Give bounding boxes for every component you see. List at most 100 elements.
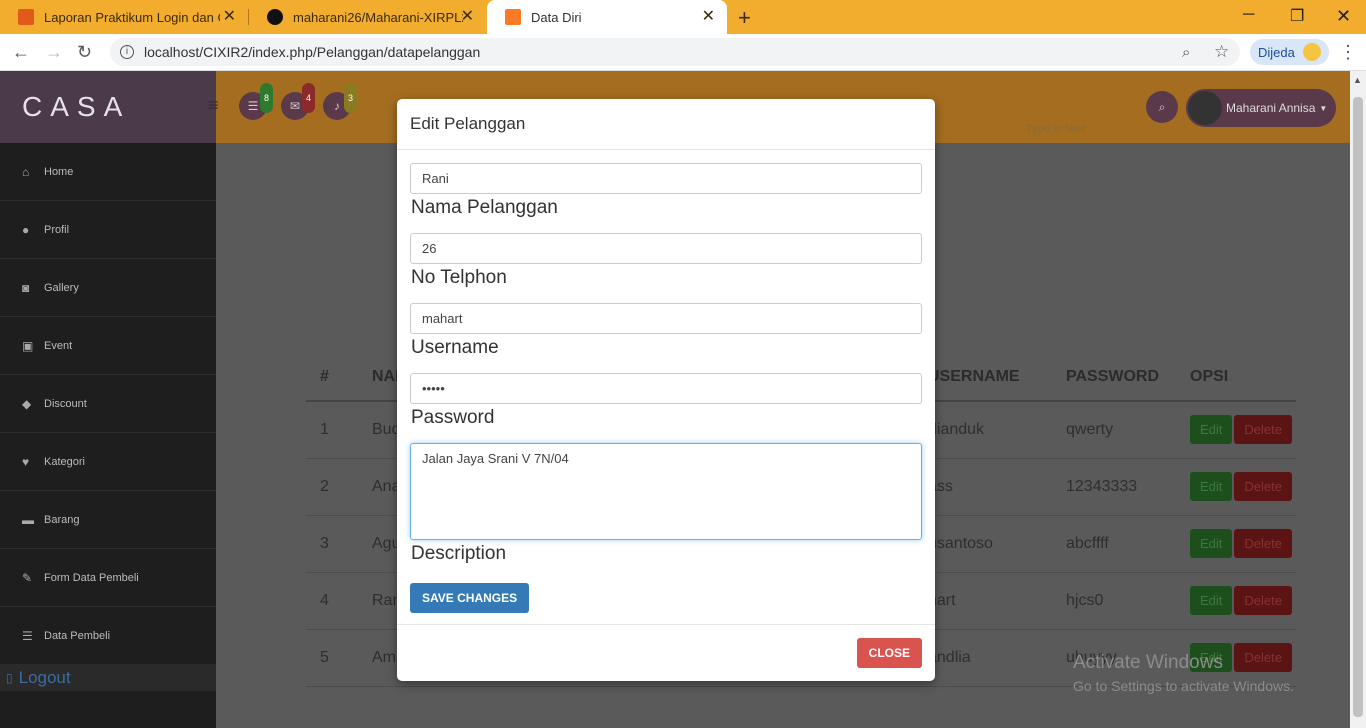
edit-button[interactable]: Edit	[1190, 415, 1233, 445]
profile-label: Dijeda	[1258, 44, 1295, 60]
bell-icon[interactable]: ♪ 3	[323, 83, 357, 120]
nama-pelanggan-input[interactable]: Rani	[410, 163, 922, 194]
sidebar-item-form-data-pembeli[interactable]: ✎ Form Data Pembeli	[0, 549, 216, 607]
no-telphon-label: No Telphon	[411, 267, 507, 288]
modal-body: Rani Nama Pelanggan 26 No Telphon mahart…	[397, 150, 935, 613]
info-icon[interactable]: i	[120, 45, 134, 59]
sidebar-item-profil[interactable]: ● Profil	[0, 201, 216, 259]
close-tab-icon[interactable]: ✕	[223, 9, 236, 25]
close-button[interactable]: CLOSE	[856, 638, 922, 668]
cart-icon: ▬	[22, 512, 34, 527]
browser-tab-bar: Laporan Praktikum Login dan CRUD ✕ mahar…	[0, 0, 1366, 34]
user-menu[interactable]: Maharani Annisa ▼	[1186, 89, 1336, 127]
edit-button[interactable]: Edit	[1190, 586, 1233, 615]
tab-title: Laporan Praktikum Login dan CRUD	[44, 9, 220, 25]
sidebar-item-label: Form Data Pembeli	[44, 571, 139, 584]
filter-input[interactable]: Type to filter	[1026, 123, 1086, 135]
description-textarea[interactable]: Jalan Jaya Srani V 7N/04	[410, 443, 922, 540]
col-header-username: USERNAME	[928, 353, 1052, 402]
messages-badge: 4	[301, 83, 315, 113]
close-tab-icon[interactable]: ✕	[461, 9, 474, 25]
profile-button[interactable]: Dijeda	[1250, 39, 1329, 65]
forward-icon[interactable]: →	[45, 42, 63, 63]
scroll-up-icon[interactable]: ▲	[1353, 75, 1362, 85]
doc-icon	[18, 9, 34, 25]
search-icon[interactable]: ⌕	[1146, 91, 1178, 123]
cell-opsi: Edit Delete	[1176, 572, 1296, 630]
col-header-no: #	[306, 353, 358, 402]
sidebar-item-event[interactable]: ▣ Event	[0, 317, 216, 375]
delete-button[interactable]: Delete	[1234, 472, 1292, 501]
delete-button[interactable]: Delete	[1234, 586, 1292, 615]
tasks-icon[interactable]: ☰ 8	[239, 83, 273, 120]
sidebar-item-discount[interactable]: ◆ Discount	[0, 375, 216, 433]
cell-opsi: Edit Delete	[1176, 515, 1296, 573]
sidebar-item-kategori[interactable]: ♥ Kategori	[0, 433, 216, 491]
sidebar-item-barang[interactable]: ▬ Barang	[0, 491, 216, 549]
pencil-icon: ✎	[22, 570, 33, 585]
menu-dots-icon[interactable]: ⋮	[1339, 42, 1357, 63]
tab-data-diri[interactable]: Data Diri ✕	[487, 0, 727, 34]
close-tab-icon[interactable]: ✕	[702, 9, 715, 25]
save-changes-button[interactable]: SAVE CHANGES	[410, 583, 530, 613]
tab-title: Data Diri	[531, 9, 582, 25]
tasks-badge: 8	[259, 83, 273, 113]
minimize-icon[interactable]: ─	[1243, 6, 1254, 24]
watermark-line2: Go to Settings to activate Windows.	[1073, 678, 1294, 694]
zoom-icon[interactable]: ⌕	[1182, 44, 1190, 61]
filter-placeholder: Type to filter	[1026, 123, 1086, 135]
close-window-icon[interactable]: ✕	[1336, 6, 1351, 27]
user-name: Maharani Annisa	[1226, 101, 1316, 115]
tags-icon: ◆	[22, 396, 32, 411]
cell-username: andlia	[928, 629, 1052, 687]
list-icon: ☰	[22, 628, 33, 643]
new-tab-icon[interactable]: +	[738, 5, 751, 31]
avatar	[1188, 91, 1222, 125]
sidebar-item-label: Data Pembeli	[44, 629, 111, 642]
logout-label: Logout	[18, 668, 71, 687]
scrollbar-thumb[interactable]	[1353, 97, 1363, 717]
url-input[interactable]: i localhost/CIXIR2/index.php/Pelanggan/d…	[110, 38, 1240, 66]
delete-button[interactable]: Delete	[1234, 529, 1292, 558]
cell-no: 5	[306, 629, 358, 687]
sidebar-item-data-pembeli[interactable]: ☰ Data Pembeli	[0, 607, 216, 665]
mail-icon[interactable]: ✉ 4	[281, 83, 315, 120]
edit-pelanggan-modal: Edit Pelanggan Rani Nama Pelanggan 26 No…	[397, 99, 935, 681]
github-icon	[267, 9, 283, 25]
description-label: Description	[411, 543, 507, 564]
windows-activation-watermark: Activate Windows Go to Settings to activ…	[1073, 652, 1294, 694]
password-input[interactable]: •••••	[410, 373, 922, 404]
delete-button[interactable]: Delete	[1234, 415, 1292, 445]
star-icon[interactable]: ☆	[1214, 42, 1229, 62]
alerts-badge: 3	[343, 83, 357, 113]
cell-opsi: Edit Delete	[1176, 458, 1296, 516]
tab-laporan[interactable]: Laporan Praktikum Login dan CRUD ✕	[0, 0, 248, 34]
restore-icon[interactable]: ❐	[1290, 6, 1304, 26]
reload-icon[interactable]: ↻	[77, 42, 92, 63]
no-telphon-input[interactable]: 26	[410, 233, 922, 264]
cell-no: 1	[306, 401, 358, 459]
brand-logo[interactable]: CASA	[0, 71, 216, 143]
sidebar: CASA ⌂ Home ● Profil ◙ Gallery ▣ Event ◆ Disc…	[0, 71, 216, 728]
gift-icon: ▣	[22, 338, 34, 353]
edit-button[interactable]: Edit	[1190, 472, 1233, 501]
profile-avatar-icon	[1302, 43, 1321, 61]
watermark-line1: Activate Windows	[1073, 652, 1223, 673]
user-icon: ●	[22, 222, 30, 237]
cell-password: hjcs0	[1052, 572, 1176, 630]
tab-github[interactable]: maharani26/Maharani-XIRPL2-22 ✕	[249, 0, 486, 34]
hamburger-icon[interactable]: ≡	[208, 95, 219, 116]
cell-username: hart	[928, 572, 1052, 630]
page-scrollbar[interactable]: ▲	[1350, 71, 1366, 728]
cell-no: 3	[306, 515, 358, 573]
sidebar-item-home[interactable]: ⌂ Home	[0, 143, 216, 201]
edit-button[interactable]: Edit	[1190, 529, 1233, 558]
username-input[interactable]: mahart	[410, 303, 922, 334]
cell-password: qwerty	[1052, 401, 1176, 459]
sidebar-item-label: Discount	[44, 397, 87, 410]
logout-link[interactable]: ▯ Logout	[0, 665, 216, 691]
nama-pelanggan-label: Nama Pelanggan	[411, 197, 558, 218]
caret-down-icon: ▼	[1319, 103, 1328, 113]
back-icon[interactable]: ←	[12, 42, 30, 63]
sidebar-item-gallery[interactable]: ◙ Gallery	[0, 259, 216, 317]
